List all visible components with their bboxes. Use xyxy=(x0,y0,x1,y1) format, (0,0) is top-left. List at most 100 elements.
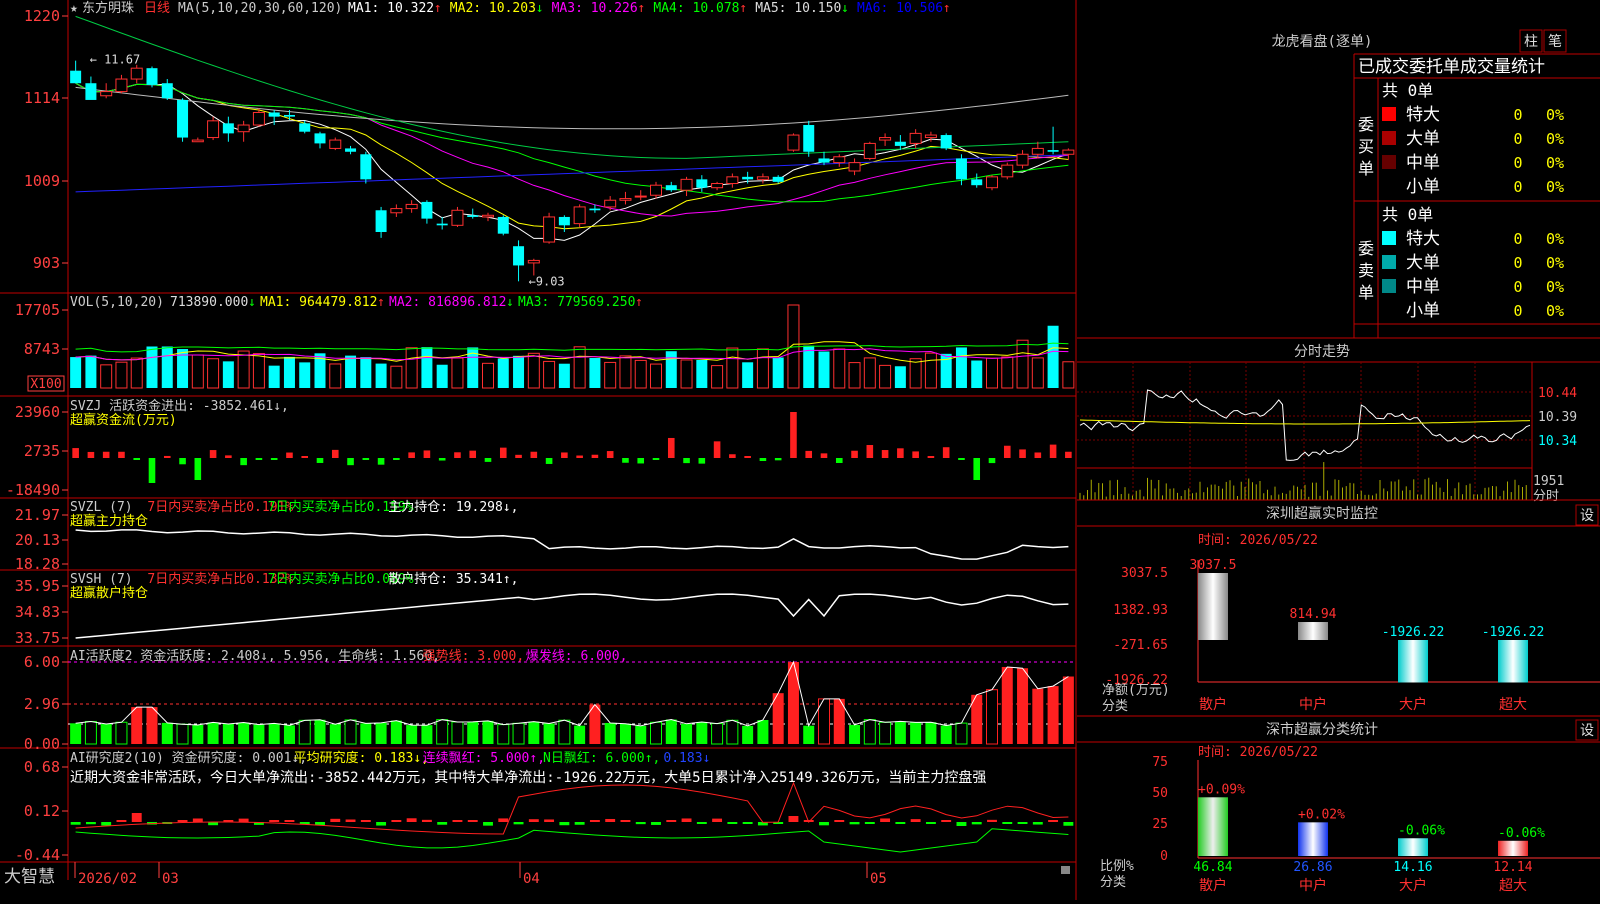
y-axis-label: 1009 xyxy=(24,172,60,190)
date-label: 03 xyxy=(162,871,179,887)
volume-bar xyxy=(482,362,494,389)
research-bar xyxy=(437,822,448,825)
fund-flow-bar xyxy=(683,458,690,464)
vol-title: VOL(5,10,20) xyxy=(70,295,164,310)
activity-bar xyxy=(711,723,724,745)
axis-caption: 比例% xyxy=(1100,859,1134,874)
volume-bar xyxy=(543,360,556,389)
fund-flow-bar xyxy=(545,458,553,464)
order-value: 0 xyxy=(1513,254,1522,272)
volume-caption: 分时 xyxy=(1533,489,1559,504)
candle xyxy=(451,209,464,226)
net-flow-bar xyxy=(1398,640,1428,683)
trend-arrow: ↓ xyxy=(506,295,514,310)
volume-bar xyxy=(329,363,342,389)
research-bar xyxy=(421,819,432,822)
date-label: 2026/02 xyxy=(78,871,137,887)
fund-flow-bar xyxy=(133,458,141,460)
candle xyxy=(1031,147,1044,155)
research-bar xyxy=(544,819,555,822)
order-value: 0 xyxy=(1513,302,1522,320)
activity-bar xyxy=(1001,666,1013,744)
fund-flow-bar xyxy=(774,458,782,461)
order-value: 0 xyxy=(1513,154,1522,172)
research-bar xyxy=(177,820,188,822)
fund-flow-bar xyxy=(286,452,293,458)
candle xyxy=(573,206,586,225)
candle xyxy=(848,162,861,172)
volume-bar xyxy=(1031,357,1044,389)
change-label: -0.06% xyxy=(1398,823,1445,838)
fund-flow-bar xyxy=(331,449,339,458)
activity-bar xyxy=(940,725,952,744)
research-bar xyxy=(727,822,738,824)
research-bar xyxy=(696,822,707,824)
candle xyxy=(497,216,509,234)
ai2-title: 连续飘红: 5.000↑, xyxy=(423,750,545,766)
y-axis-label: 6.00 xyxy=(24,653,60,671)
research-bar xyxy=(101,822,112,826)
candle xyxy=(375,210,387,232)
activity-bar xyxy=(283,725,295,744)
classify-time: 时间: 2026/05/22 xyxy=(1198,745,1318,760)
volume-bar xyxy=(421,347,433,388)
research-bar xyxy=(345,819,356,822)
order-type-label: 大单 xyxy=(1406,253,1440,273)
research-bar xyxy=(1063,822,1074,826)
activity-bar xyxy=(528,721,540,744)
fund-flow-bar xyxy=(698,458,706,464)
lock-icon[interactable] xyxy=(1061,866,1070,874)
y-axis-label: 35.95 xyxy=(15,577,60,595)
activity-bar xyxy=(329,724,341,744)
activity-bar xyxy=(176,723,189,745)
trend-arrow: ↓ xyxy=(248,295,256,310)
fund-flow-bar xyxy=(942,447,950,458)
activity-bar xyxy=(803,725,815,744)
research-bar xyxy=(1032,822,1043,825)
volume-bar xyxy=(299,362,311,388)
fund-flow-bar xyxy=(637,458,645,464)
volume-bar xyxy=(390,365,403,389)
y-axis-label: 25 xyxy=(1152,817,1168,832)
volume-bar xyxy=(497,358,509,388)
activity-bar xyxy=(757,719,769,744)
activity-bar xyxy=(70,723,82,744)
order-type-label: 小单 xyxy=(1406,177,1440,197)
date-label: 04 xyxy=(523,871,540,887)
ratio-value: 26.86 xyxy=(1293,860,1332,875)
fund-flow-bar xyxy=(377,458,385,465)
svzl-title: SVZL (7) xyxy=(70,500,133,515)
analysis-note: 近期大资金非常活跃，今日大单净流出:-3852.442万元，其中特大单净流出:-… xyxy=(70,769,986,786)
fund-flow-bar xyxy=(561,452,568,458)
fund-flow-bar xyxy=(438,458,446,461)
candle xyxy=(85,83,97,100)
candle xyxy=(207,120,220,139)
volume-bar xyxy=(711,365,724,389)
research-bar xyxy=(70,822,81,825)
activity-bar xyxy=(436,719,449,745)
activity-bar xyxy=(451,721,464,745)
candle xyxy=(986,176,998,189)
fund-flow-bar xyxy=(148,458,156,483)
research-bar xyxy=(116,820,127,822)
fund-flow-bar xyxy=(316,458,324,463)
order-type-label: 中单 xyxy=(1406,153,1440,173)
fund-flow-bar xyxy=(744,456,751,458)
category-label: 超大 xyxy=(1499,697,1527,713)
ai2-title: AI研究度2(10) 资金研究度: 0.001↓, xyxy=(70,750,307,766)
candle xyxy=(696,179,708,188)
volume-bar xyxy=(70,357,82,388)
trading-terminal: 1220 1114 1009 903 ★ 东方明珠 日线 MA(5,10,20,30,60,1… xyxy=(0,0,1600,900)
volume-bar xyxy=(909,358,922,389)
candle xyxy=(299,123,311,132)
research-bar xyxy=(681,818,692,822)
axis-caption: 净额(万元) xyxy=(1102,683,1170,698)
volume-bar xyxy=(818,351,830,388)
candle xyxy=(665,185,677,191)
legend-swatch xyxy=(1382,255,1396,269)
research-bar xyxy=(880,818,891,822)
volume-bar xyxy=(634,359,647,389)
research-bar xyxy=(834,820,845,822)
research-bar xyxy=(620,820,631,822)
volume-bar xyxy=(283,356,295,388)
